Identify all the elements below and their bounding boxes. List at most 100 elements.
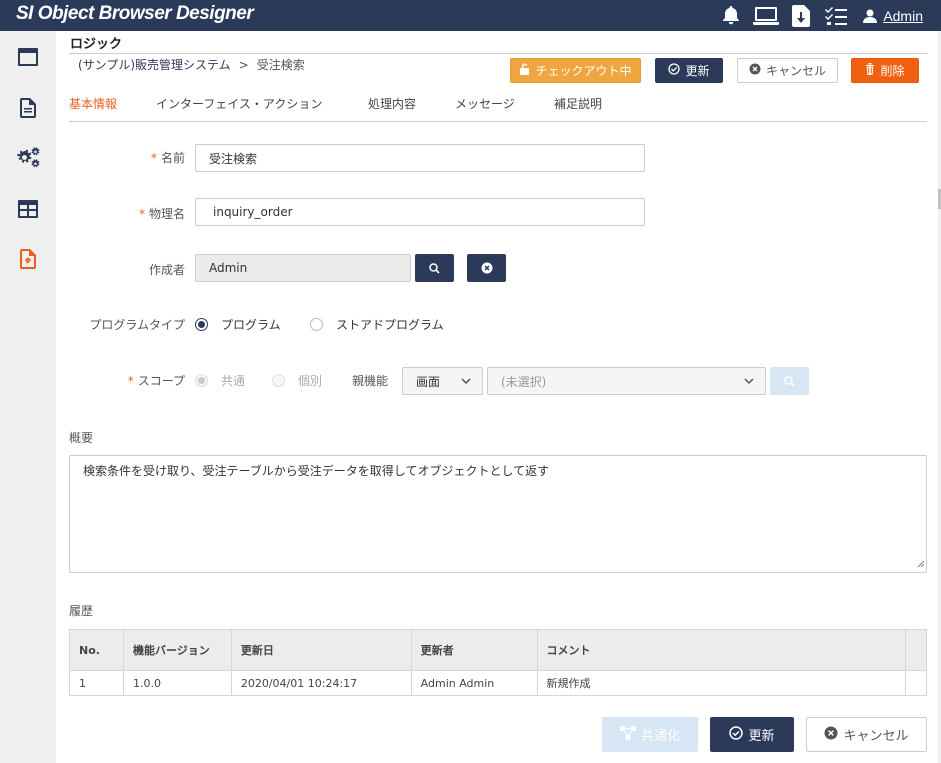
program-type-stored-radio[interactable]: ストアドプログラム — [310, 316, 444, 333]
author-label: 作成者 — [148, 263, 185, 277]
table-icon[interactable] — [0, 189, 56, 229]
parent-function-label: 親機能 — [352, 374, 389, 388]
share-button: 共通化 — [602, 717, 698, 752]
breadcrumb-parent-link[interactable]: (サンプル)販売管理システム — [78, 58, 231, 72]
radio-dot — [195, 374, 208, 387]
program-type-stored-label: ストアドプログラム — [336, 318, 444, 332]
user-icon — [863, 9, 878, 23]
name-label-text: 名前 — [160, 151, 185, 165]
update-label-bottom: 更新 — [748, 729, 775, 744]
app-logo[interactable]: SI Object Browser Designer — [16, 3, 254, 25]
code-file-icon[interactable] — [0, 239, 56, 279]
breadcrumb-current: 受注検索 — [256, 58, 305, 72]
scope-label: * スコープ — [96, 372, 185, 389]
scope-common-label: 共通 — [221, 374, 246, 388]
name-field[interactable]: 受注検索 — [195, 144, 645, 172]
cancel-label: キャンセル — [765, 64, 826, 78]
cell-updated-at: 2020/04/01 10:24:17 — [230, 670, 412, 696]
share-label: 共通化 — [640, 729, 680, 744]
physical-name-field[interactable]: inquiry_order — [195, 198, 645, 226]
window-icon[interactable] — [0, 37, 56, 77]
cell-version: 1.0.0 — [122, 670, 232, 696]
parent-function-search-button — [770, 367, 809, 395]
close-circle-icon — [749, 63, 761, 78]
history-label: 履歴 — [69, 604, 94, 618]
monitor-icon[interactable] — [753, 3, 780, 29]
tab-message[interactable]: メッセージ — [455, 95, 515, 112]
search-icon — [429, 262, 440, 274]
top-bar: SI Object Browser Designer Admin — [0, 0, 941, 31]
tab-basic-info[interactable]: 基本情報 — [69, 95, 117, 112]
cell-comment: 新規作成 — [536, 670, 906, 696]
bell-icon[interactable] — [718, 3, 744, 29]
top-icons: Admin — [709, 0, 923, 31]
delete-button[interactable]: 削除 — [851, 58, 919, 83]
search-icon — [784, 375, 795, 387]
unlock-icon — [519, 63, 530, 78]
history-header-row: No. 機能バージョン 更新日 更新者 コメント — [69, 629, 928, 671]
radio-dot — [195, 318, 208, 331]
chevron-down-icon — [460, 375, 472, 390]
physical-name-label: * 物理名 — [116, 205, 185, 222]
cancel-button-bottom[interactable]: キャンセル — [806, 717, 927, 752]
checkout-label: チェックアウト中 — [535, 64, 632, 78]
trash-icon — [865, 63, 875, 78]
document-icon[interactable] — [0, 88, 56, 128]
tab-bar: 基本情報 インターフェイス・アクション 処理内容 メッセージ 補足説明 — [69, 87, 927, 122]
tab-interface-action[interactable]: インターフェイス・アクション — [156, 95, 322, 112]
summary-textarea[interactable]: 検索条件を受け取り、受注テーブルから受注データを取得してオブジェクトとして返す — [69, 455, 927, 573]
summary-label: 概要 — [69, 431, 94, 445]
required-mark: * — [138, 207, 145, 221]
scope-common-radio: 共通 — [195, 372, 245, 389]
close-circle-icon — [824, 726, 838, 743]
cancel-button[interactable]: キャンセル — [737, 58, 838, 83]
update-button-bottom[interactable]: 更新 — [710, 717, 794, 752]
scope-individual-label: 個別 — [298, 374, 323, 388]
col-header-updated-by: 更新者 — [410, 629, 538, 671]
close-circle-icon — [481, 262, 492, 274]
radio-dot — [272, 374, 285, 387]
col-header-spacer — [904, 629, 928, 671]
author-search-button[interactable] — [415, 254, 454, 282]
table-row[interactable]: 1 1.0.0 2020/04/01 10:24:17 Admin Admin … — [69, 670, 928, 696]
download-icon[interactable] — [788, 3, 814, 29]
parent-function-select[interactable]: (未選択) — [487, 367, 766, 395]
parent-function-value: (未選択) — [501, 374, 547, 389]
history-table: No. 機能バージョン 更新日 更新者 コメント 1 1.0.0 2020/04… — [69, 629, 928, 696]
share-nodes-icon — [619, 726, 636, 743]
col-header-comment: コメント — [536, 629, 906, 671]
chevron-down-icon — [743, 375, 755, 390]
user-menu[interactable]: Admin — [863, 8, 923, 24]
col-header-version: 機能バージョン — [122, 629, 232, 671]
title-divider — [69, 53, 927, 54]
col-header-updated-at: 更新日 — [230, 629, 412, 671]
program-type-program-label: プログラム — [221, 318, 281, 332]
page-title: ロジック — [70, 37, 123, 52]
user-name[interactable]: Admin — [883, 8, 923, 24]
update-button[interactable]: 更新 — [655, 58, 723, 83]
breadcrumb: (サンプル)販売管理システム > 受注検索 — [78, 56, 305, 73]
name-label: * 名前 — [116, 149, 185, 166]
scope-label-text: スコープ — [137, 374, 185, 388]
program-type-label: プログラムタイプ — [89, 318, 185, 332]
cancel-label-bottom: キャンセル — [843, 729, 909, 744]
sidebar — [0, 31, 56, 763]
cell-updated-by: Admin Admin — [410, 670, 538, 696]
resize-grip-icon[interactable] — [917, 557, 925, 571]
radio-dot — [310, 318, 323, 331]
update-label: 更新 — [685, 64, 710, 78]
check-circle-icon — [729, 726, 744, 743]
cell-no: 1 — [69, 670, 124, 696]
author-clear-button[interactable] — [467, 254, 506, 282]
tab-supplement[interactable]: 補足説明 — [554, 95, 602, 112]
required-mark: * — [127, 374, 134, 388]
program-type-program-radio[interactable]: プログラム — [195, 316, 281, 333]
author-field: Admin — [195, 254, 411, 282]
checklist-icon[interactable] — [823, 3, 849, 29]
cell-spacer — [904, 670, 928, 696]
parent-kind-select[interactable]: 画面 — [402, 367, 483, 395]
main-content: ロジック (サンプル)販売管理システム > 受注検索 チェックアウト中 更新 キャン… — [56, 31, 938, 763]
gears-icon[interactable] — [0, 138, 56, 178]
checkout-button[interactable]: チェックアウト中 — [510, 58, 641, 83]
tab-processing[interactable]: 処理内容 — [368, 95, 416, 112]
